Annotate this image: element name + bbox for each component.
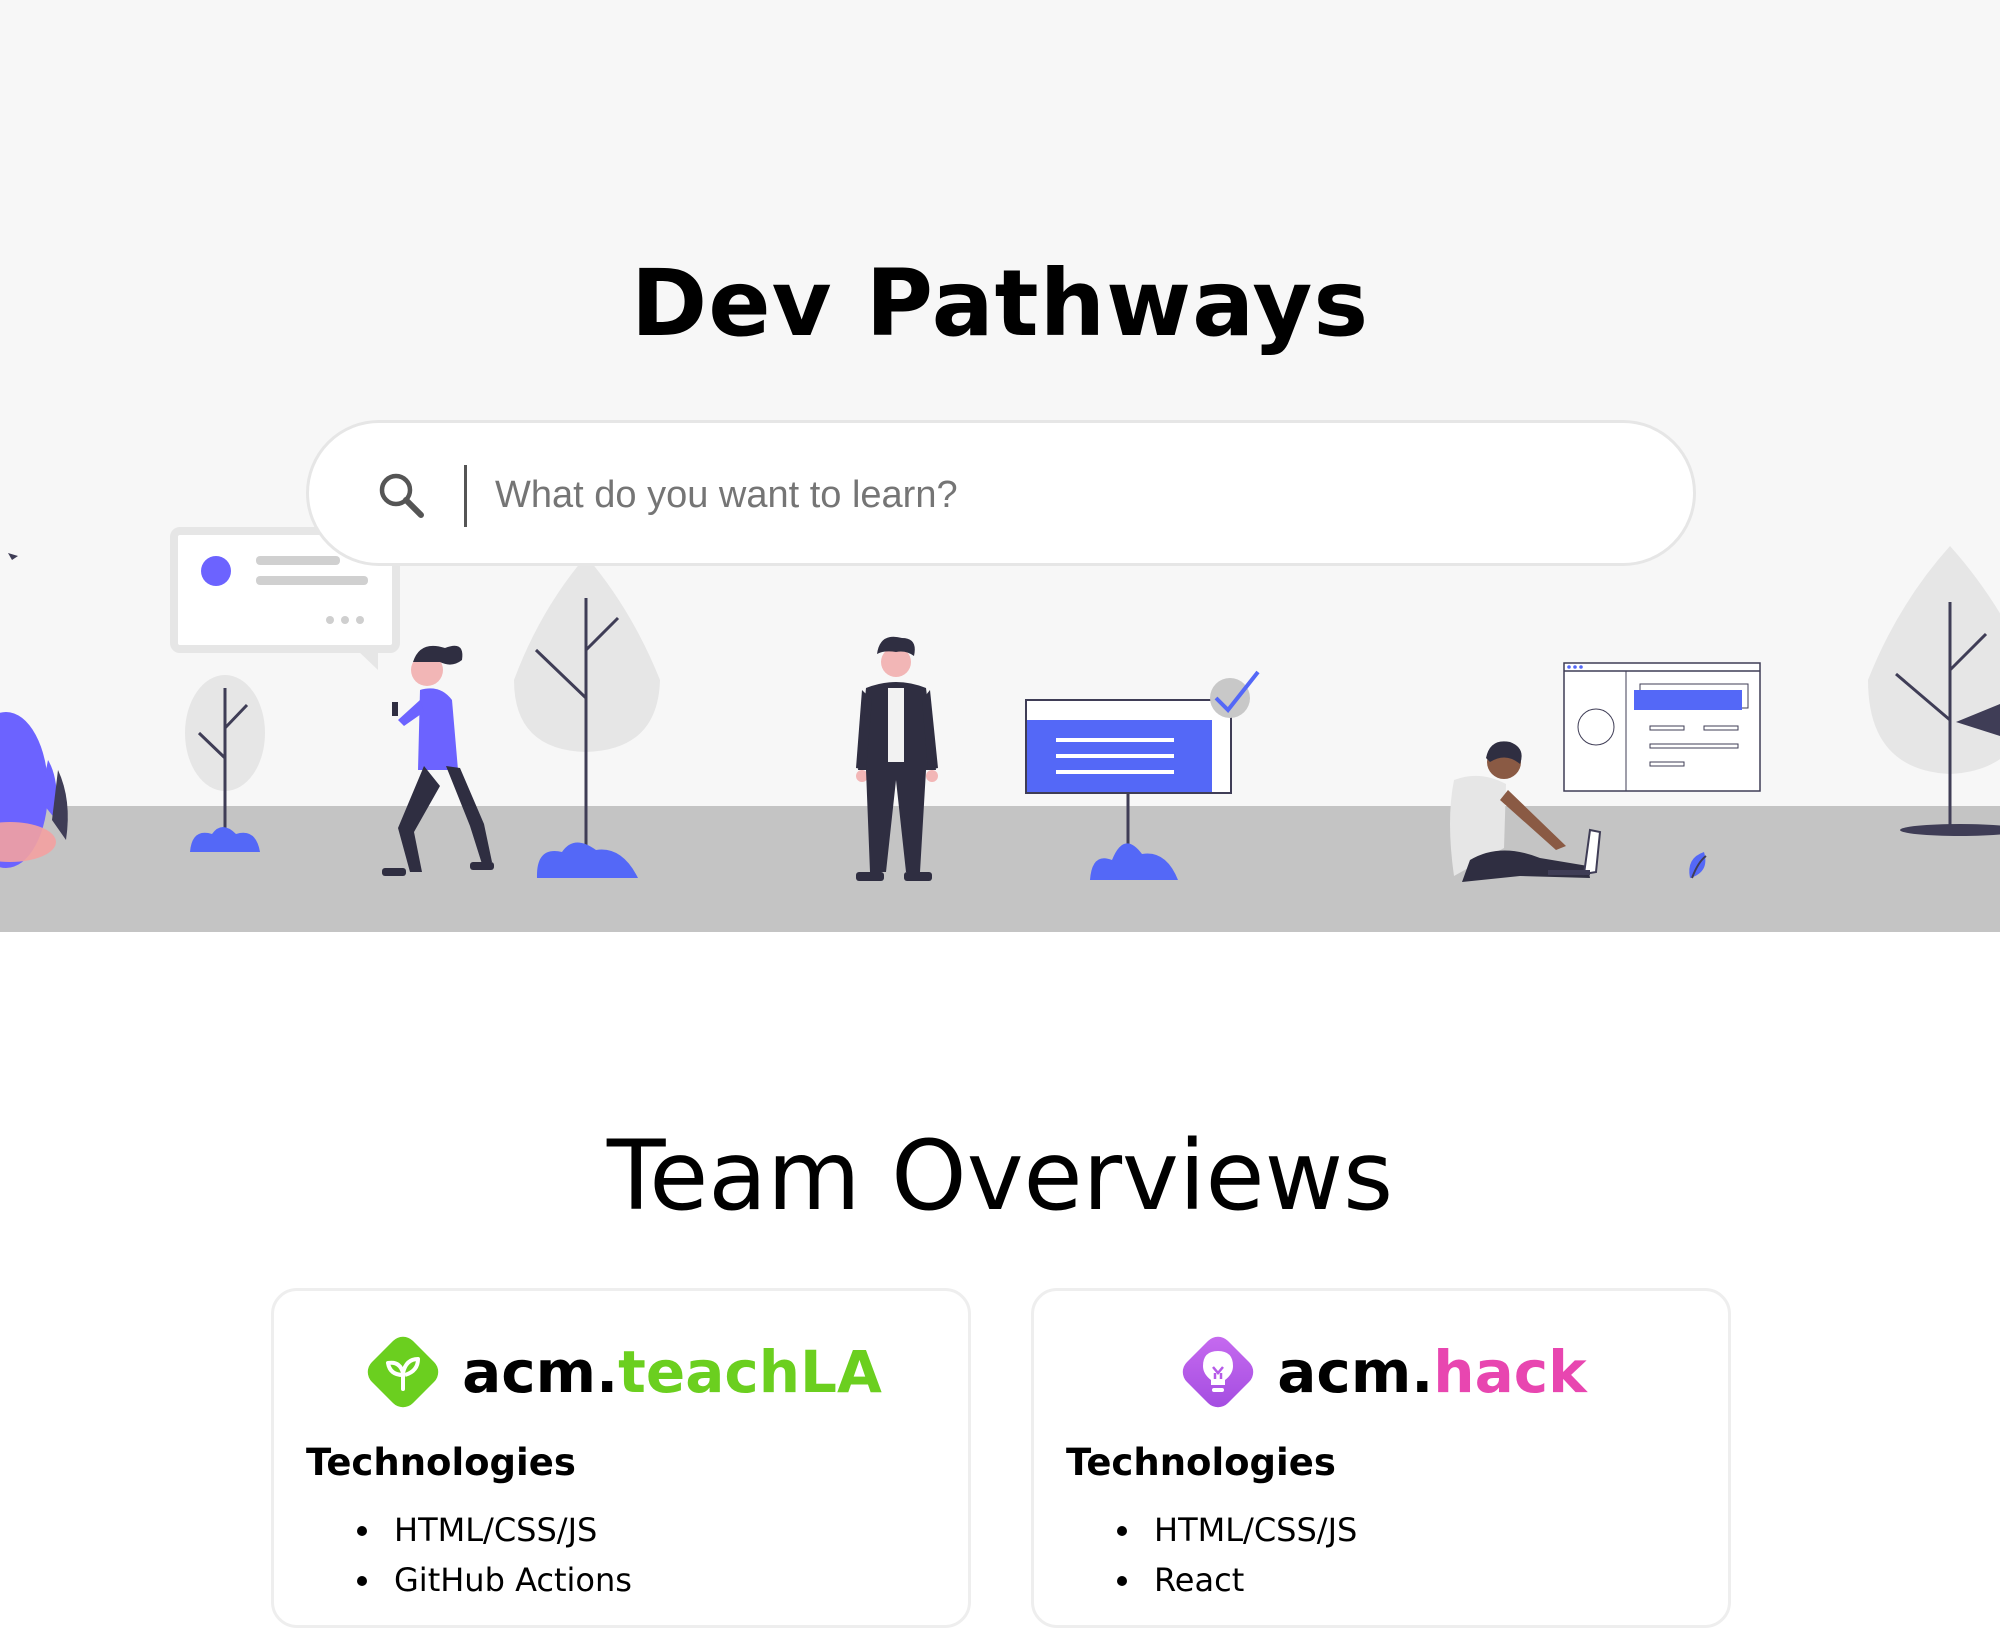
page-title: Dev Pathways [630,250,1370,357]
search-bar[interactable] [306,420,1696,566]
browser-window-illustration [1563,662,1761,792]
team-card-teachla[interactable]: acm.teachLA Technologies HTML/CSS/JS Git… [271,1288,971,1628]
logo-name: hack [1433,1338,1587,1406]
technologies-list: HTML/CSS/JS React [1114,1505,1357,1605]
team-overviews-title: Team Overviews [606,1120,1394,1232]
technologies-list: HTML/CSS/JS GitHub Actions [354,1505,632,1605]
team-card-hack[interactable]: acm.hack Technologies HTML/CSS/JS React [1031,1288,1731,1628]
hero-section: Dev Pathways [0,0,2000,932]
logo-prefix: acm. [462,1338,619,1406]
team-logo: acm.teachLA [274,1327,968,1417]
technology-item: React [1144,1555,1357,1605]
lightbulb-icon [1183,1336,1254,1408]
technologies-heading: Technologies [1066,1441,1336,1484]
logo-prefix: acm. [1277,1338,1434,1406]
technology-item: GitHub Actions [384,1555,632,1605]
bird-icon [8,553,18,560]
technologies-heading: Technologies [306,1441,576,1484]
logo-name: teachLA [618,1338,882,1406]
big-tree-right [1868,546,2000,836]
search-divider [464,465,467,527]
search-input[interactable] [495,453,1645,537]
technology-item: HTML/CSS/JS [1144,1505,1357,1555]
team-logo: acm.hack [1034,1327,1728,1417]
search-icon[interactable] [375,469,427,521]
technology-item: HTML/CSS/JS [384,1505,632,1555]
sprout-icon [367,1336,439,1408]
